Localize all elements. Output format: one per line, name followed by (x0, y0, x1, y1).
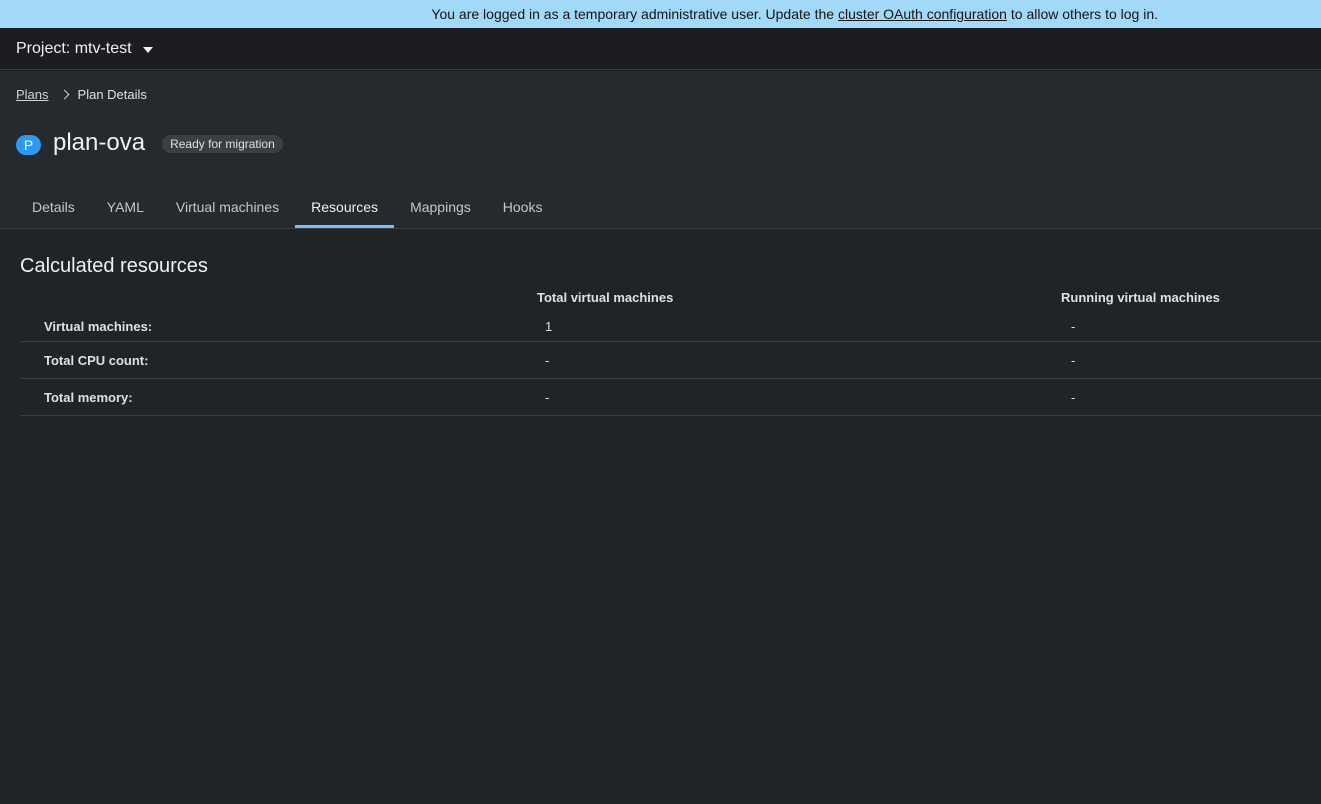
row-label: Total CPU count: (20, 341, 537, 379)
header-running-virtual-machines: Running virtual machines (1061, 289, 1220, 305)
table-header-row: Total virtual machines Running virtual m… (20, 283, 1321, 311)
project-label: Project: mtv-test (16, 39, 132, 57)
banner-text-suffix: to allow others to log in. (1010, 6, 1158, 22)
tab-mappings[interactable]: Mappings (394, 187, 487, 227)
total-value: 1 (537, 311, 1061, 342)
row-label: Total memory: (20, 378, 537, 416)
section-title: Calculated resources (20, 255, 208, 277)
tab-hooks[interactable]: Hooks (487, 187, 559, 227)
caret-down-icon (142, 46, 153, 53)
status-badge: Ready for migration (162, 135, 283, 153)
tab-virtual-machines[interactable]: Virtual machines (160, 187, 295, 227)
breadcrumb-current: Plan Details (77, 87, 147, 102)
page-header: Plans Plan Details P plan-ova Ready for … (0, 71, 1321, 229)
project-selector[interactable]: Project: mtv-test (16, 40, 153, 58)
table-row: Virtual machines: 1 - (20, 311, 1321, 342)
running-value: - (1061, 311, 1321, 342)
tab-yaml[interactable]: YAML (91, 187, 160, 227)
title-row: P plan-ova Ready for migration (16, 129, 283, 157)
tabs: Details YAML Virtual machines Resources … (16, 187, 558, 228)
header-total-virtual-machines: Total virtual machines (537, 289, 674, 305)
breadcrumb-plans-link[interactable]: Plans (16, 87, 49, 102)
resources-table: Total virtual machines Running virtual m… (20, 283, 1321, 416)
plan-resource-badge: P (16, 135, 41, 155)
total-value: - (537, 341, 1061, 379)
table-row: Total memory: - - (20, 378, 1321, 416)
chevron-right-icon (59, 89, 69, 100)
running-value: - (1061, 378, 1321, 416)
row-label: Virtual machines: (20, 311, 537, 342)
total-value: - (537, 378, 1061, 416)
page-title: plan-ova (53, 129, 146, 156)
running-value: - (1061, 341, 1321, 379)
table-row: Total CPU count: - - (20, 341, 1321, 379)
main-content: Plans Plan Details P plan-ova Ready for … (0, 71, 1321, 804)
tab-resources[interactable]: Resources (295, 187, 394, 228)
tab-details[interactable]: Details (16, 187, 91, 227)
breadcrumb: Plans Plan Details (16, 87, 147, 102)
banner-text-prefix: You are logged in as a temporary adminis… (431, 6, 835, 22)
cluster-oauth-link[interactable]: cluster OAuth configuration (838, 6, 1007, 22)
temporary-admin-banner: You are logged in as a temporary adminis… (0, 0, 1321, 28)
header-empty (20, 283, 537, 311)
project-bar: Project: mtv-test (0, 28, 1321, 70)
tabs-divider (0, 228, 1321, 229)
